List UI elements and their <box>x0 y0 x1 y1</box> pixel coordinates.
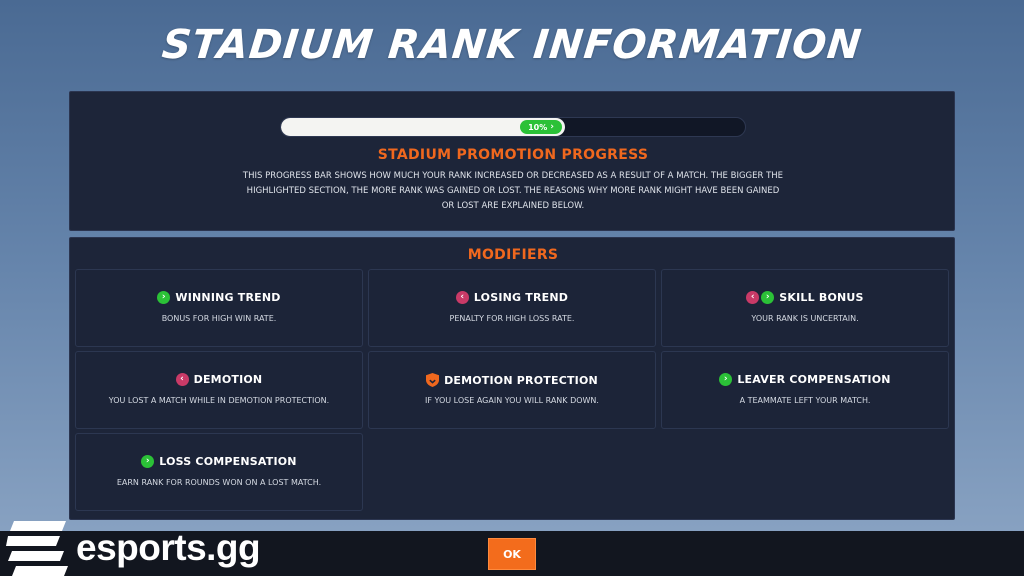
chevron-up-icon: › <box>157 291 171 304</box>
modifiers-title: MODIFIERS <box>467 247 559 263</box>
shield-icon <box>426 373 440 387</box>
modifier-card-losing-trend: ‹ LOSING TREND PENALTY FOR HIGH LOSS RAT… <box>368 269 656 347</box>
modifier-description: BONUS FOR HIGH WIN RATE. <box>161 314 277 323</box>
chevron-up-icon: › <box>141 455 155 468</box>
modifier-card-leaver-compensation: › LEAVER COMPENSATION A TEAMMATE LEFT YO… <box>661 351 949 429</box>
modifier-name: DEMOTION PROTECTION <box>444 373 598 387</box>
modifier-name: LOSING TREND <box>473 291 569 304</box>
page-title: STADIUM RANK INFORMATION <box>159 22 865 68</box>
modifiers-panel: MODIFIERS › WINNING TREND BONUS FOR HIGH… <box>69 237 955 520</box>
modifier-name: LOSS COMPENSATION <box>159 455 297 468</box>
promotion-title: STADIUM PROMOTION PROGRESS <box>377 147 649 163</box>
chevron-down-icon: ‹ <box>746 291 760 304</box>
modifier-icons: › <box>719 373 733 386</box>
watermark-text: esports.gg <box>76 527 261 568</box>
modifier-description: A TEAMMATE LEFT YOUR MATCH. <box>739 396 871 405</box>
modifier-card-demotion: ‹ DEMOTION YOU LOST A MATCH WHILE IN DEM… <box>75 351 363 429</box>
modifier-description: PENALTY FOR HIGH LOSS RATE. <box>449 314 575 323</box>
modifier-card-winning-trend: › WINNING TREND BONUS FOR HIGH WIN RATE. <box>75 269 363 347</box>
modifier-card-demotion-protection: DEMOTION PROTECTION IF YOU LOSE AGAIN YO… <box>368 351 656 429</box>
modifier-description: YOUR RANK IS UNCERTAIN. <box>751 314 859 323</box>
modifier-description: IF YOU LOSE AGAIN YOU WILL RANK DOWN. <box>425 396 599 405</box>
promotion-progress-bar: 10% › <box>280 117 746 137</box>
promotion-panel: 10% › STADIUM PROMOTION PROGRESS THIS PR… <box>69 91 955 231</box>
modifier-icons: › <box>157 291 171 304</box>
modifier-name: SKILL BONUS <box>779 291 864 304</box>
modifier-description: YOU LOST A MATCH WHILE IN DEMOTION PROTE… <box>108 396 330 405</box>
modifier-icons: › <box>141 455 155 468</box>
ok-button[interactable]: OK <box>488 538 536 570</box>
watermark-logo: esports.gg <box>0 519 300 576</box>
chevron-up-icon: › <box>761 291 775 304</box>
modifier-name: WINNING TREND <box>175 291 281 304</box>
progress-change-badge: 10% › <box>520 120 562 134</box>
modifier-card-skill-bonus: ‹ › SKILL BONUS YOUR RANK IS UNCERTAIN. <box>661 269 949 347</box>
modifier-name: DEMOTION <box>193 373 263 386</box>
modifier-card-loss-compensation: › LOSS COMPENSATION EARN RANK FOR ROUNDS… <box>75 433 363 511</box>
chevron-down-icon: ‹ <box>175 373 189 386</box>
modifier-icons: ‹ › <box>746 291 775 304</box>
modifier-icons: ‹ <box>175 373 189 386</box>
progress-change-label: 10% <box>528 122 548 132</box>
modifier-description: EARN RANK FOR ROUNDS WON ON A LOST MATCH… <box>116 478 322 487</box>
chevron-up-icon: › <box>719 373 733 386</box>
modifier-icons: ‹ <box>455 291 469 304</box>
modifier-name: LEAVER COMPENSATION <box>737 373 891 386</box>
modifier-icons <box>426 373 440 387</box>
chevron-up-icon: › <box>550 121 554 132</box>
promotion-description: THIS PROGRESS BAR SHOWS HOW MUCH YOUR RA… <box>242 171 784 211</box>
chevron-down-icon: ‹ <box>455 291 469 304</box>
esports-logo-icon <box>6 521 68 576</box>
